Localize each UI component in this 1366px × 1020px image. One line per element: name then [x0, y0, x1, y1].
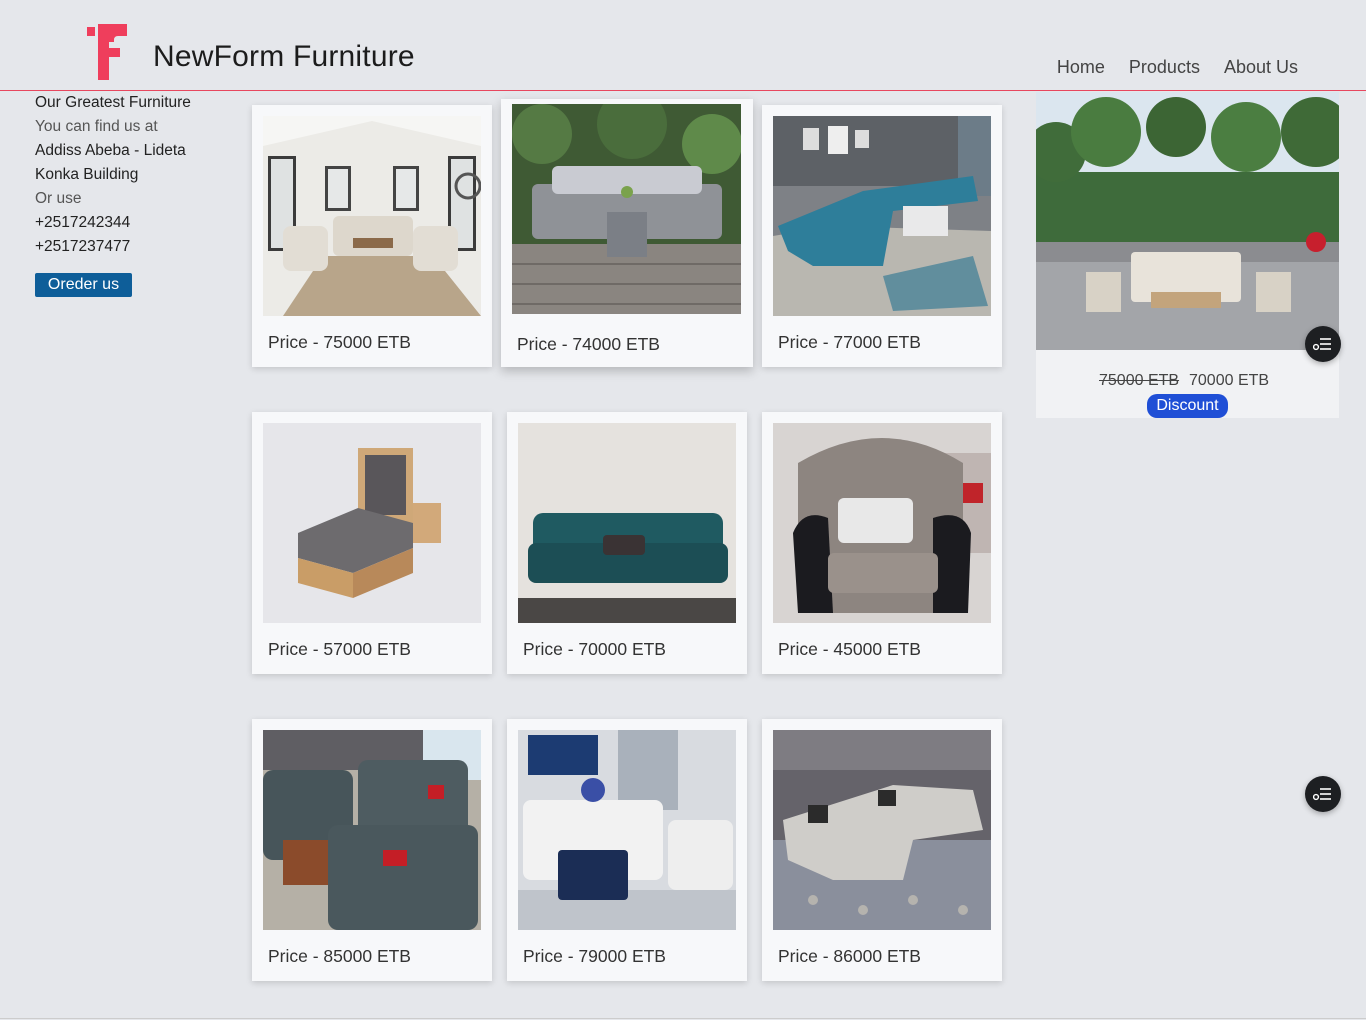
grey-sofa-set-image — [263, 730, 481, 930]
product-card[interactable]: Price - 79000 ETB — [507, 719, 747, 981]
product-price: Price - 77000 ETB — [778, 332, 921, 352]
discount-button[interactable]: Discount — [1147, 394, 1228, 418]
product-card[interactable]: Price - 75000 ETB — [252, 105, 492, 367]
discount-card: 75000 ETB 70000 ETB Discount — [1036, 92, 1339, 418]
product-card[interactable]: Price - 74000 ETB — [501, 99, 753, 367]
product-price: Price - 75000 ETB — [268, 332, 411, 352]
product-price: Price - 45000 ETB — [778, 639, 921, 659]
phone-2: +2517237477 — [35, 238, 131, 255]
grey-l-sectional-image — [773, 730, 991, 930]
address-line-2: Konka Building — [35, 166, 139, 183]
tufted-armchair-image — [773, 423, 991, 623]
product-card[interactable]: Price - 70000 ETB — [507, 412, 747, 674]
footer-divider — [0, 1018, 1366, 1019]
filter-fab-button[interactable] — [1305, 776, 1341, 812]
phone-1: +2517242344 — [35, 214, 131, 231]
address-line-1: Addiss Abeba - Lideta — [35, 142, 186, 159]
logo[interactable] — [87, 24, 129, 80]
wooden-bed-image — [263, 423, 481, 623]
f-logo-icon — [87, 24, 127, 80]
filter-fab-button[interactable] — [1305, 326, 1341, 362]
product-price: Price - 85000 ETB — [268, 946, 411, 966]
header-divider — [0, 90, 1366, 91]
filter-list-icon — [1313, 788, 1331, 801]
nav-products[interactable]: Products — [1129, 57, 1200, 78]
original-price: 75000 ETB — [1099, 372, 1180, 389]
grey-wicker-patio-set-image — [512, 104, 741, 314]
product-price: Price - 57000 ETB — [268, 639, 411, 659]
filter-list-icon — [1313, 338, 1331, 351]
white-living-room-image — [263, 116, 481, 316]
or-use-text: Or use — [35, 190, 82, 207]
teal-sectional-sofa-image — [773, 116, 991, 316]
teal-velvet-sofa-image — [518, 423, 736, 623]
product-card[interactable]: Price - 85000 ETB — [252, 719, 492, 981]
product-price: Price - 70000 ETB — [523, 639, 666, 659]
product-card[interactable]: Price - 45000 ETB — [762, 412, 1002, 674]
main-nav: Home Products About Us — [1057, 57, 1298, 78]
product-price: Price - 79000 ETB — [523, 946, 666, 966]
find-us-text: You can find us at — [35, 118, 158, 135]
white-sofa-navy-ottoman-image — [518, 730, 736, 930]
brand-name: NewForm Furniture — [153, 40, 415, 73]
contact-sidebar: Our Greatest Furniture You can find us a… — [35, 91, 191, 259]
discounted-price: 70000 ETB — [1189, 372, 1270, 389]
nav-home[interactable]: Home — [1057, 57, 1105, 78]
sidebar-heading: Our Greatest Furniture — [35, 94, 191, 111]
order-us-button[interactable]: Oreder us — [35, 273, 132, 297]
outdoor-patio-set-image — [1036, 92, 1339, 350]
product-card[interactable]: Price - 77000 ETB — [762, 105, 1002, 367]
product-card[interactable]: Price - 57000 ETB — [252, 412, 492, 674]
product-price: Price - 86000 ETB — [778, 946, 921, 966]
product-card[interactable]: Price - 86000 ETB — [762, 719, 1002, 981]
nav-about[interactable]: About Us — [1224, 57, 1298, 78]
product-price: Price - 74000 ETB — [517, 334, 660, 354]
